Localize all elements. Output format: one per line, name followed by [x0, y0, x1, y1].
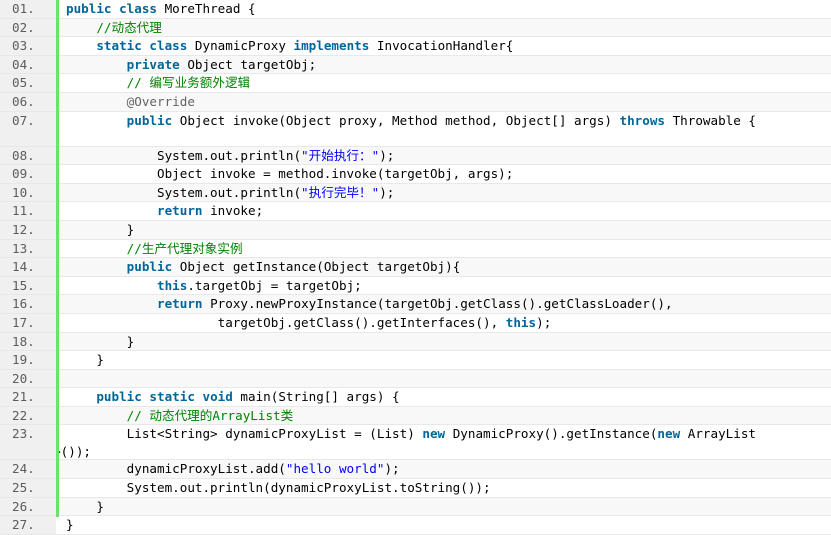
line-text: @Override: [66, 93, 195, 109]
code-line: 02. //动态代理: [0, 18, 831, 38]
line-number: 01.: [0, 0, 56, 18]
code-line: 09. Object invoke = method.invoke(target…: [0, 165, 831, 184]
code-line: 22. // 动态代理的ArrayList类: [0, 406, 831, 426]
line-text: this.targetObj = targetObj;: [157, 277, 362, 293]
code-line: 10. System.out.println("执行完毕！");: [0, 183, 831, 203]
line-text: Object invoke = method.invoke(targetObj,…: [66, 166, 514, 182]
code-line: 06. @Override: [0, 92, 831, 112]
line-text: // 动态代理的ArrayList类: [66, 407, 294, 423]
line-number: 25.: [0, 479, 56, 497]
line-number: 20.: [0, 369, 56, 388]
line-text: }: [66, 221, 135, 237]
line-number: 14.: [0, 258, 56, 276]
line-number: 03.: [0, 37, 56, 55]
line-number: 17.: [0, 313, 56, 332]
line-text: System.out.println(dynamicProxyList.toSt…: [66, 480, 491, 496]
line-text: static class DynamicProxy implements Inv…: [96, 38, 514, 54]
line-text: private Object targetObj;: [126, 56, 317, 72]
code-viewer: 01. public class MoreThread { 02. //动态代理…: [0, 0, 831, 535]
line-number: 04.: [0, 55, 56, 74]
code-line: 25. System.out.println(dynamicProxyList.…: [0, 479, 831, 498]
line-number: 19.: [0, 351, 56, 369]
line-number: 06.: [0, 92, 56, 111]
line-number: 24.: [0, 460, 56, 479]
code-line: 21. public static void main(String[] arg…: [0, 388, 831, 407]
line-number: 09.: [0, 165, 56, 183]
code-line: 26. }: [0, 497, 831, 517]
code-line: 23. List<String> dynamicProxyList = (Lis…: [0, 425, 831, 461]
line-text: targetObj.getClass().getInterfaces(), th…: [66, 314, 552, 330]
line-text: }: [66, 517, 74, 533]
line-text: System.out.println("执行完毕！");: [66, 184, 395, 200]
line-text: // 编写业务额外逻辑: [66, 75, 251, 91]
code-line: 17. targetObj.getClass().getInterfaces()…: [0, 313, 831, 333]
code-line: 19. }: [0, 351, 831, 370]
line-text: System.out.println("开始执行：");: [66, 147, 395, 163]
line-text: return invoke;: [157, 203, 264, 219]
code-line: 27. }: [0, 516, 831, 535]
line-text: //生产代理对象实例: [66, 240, 243, 256]
code-line: 01. public class MoreThread {: [0, 0, 831, 19]
line-text: }: [66, 498, 104, 514]
code-line: 24. dynamicProxyList.add("hello world");: [0, 460, 831, 480]
code-line: 08. System.out.println("开始执行：");: [0, 146, 831, 166]
line-text: public class MoreThread {: [66, 1, 256, 16]
line-number: 15.: [0, 276, 56, 295]
code-line: 04. private Object targetObj;: [0, 55, 831, 75]
line-number: 16.: [0, 295, 56, 313]
line-text: public Object invoke(Object proxy, Metho…: [126, 112, 757, 128]
code-line: 11. return invoke;: [0, 202, 831, 221]
line-number: 23.: [0, 425, 56, 460]
line-number: 08.: [0, 146, 56, 165]
line-number: 10.: [0, 183, 56, 202]
line-number: 27.: [0, 516, 56, 534]
code-line: 13. //生产代理对象实例: [0, 239, 831, 259]
code-line: 16. return Proxy.newProxyInstance(target…: [0, 295, 831, 314]
line-text: List<String> dynamicProxyList = (List) n…: [56, 425, 831, 460]
wrapped-line-text: <String>());: [56, 444, 91, 460]
line-text: }: [66, 333, 135, 349]
code-line: 18. }: [0, 332, 831, 352]
line-number: 12.: [0, 220, 56, 239]
line-number: 11.: [0, 202, 56, 220]
line-number: 18.: [0, 332, 56, 351]
code-line: 12. }: [0, 220, 831, 240]
line-number: 05.: [0, 74, 56, 92]
code-line: 07. public Object invoke(Object proxy, M…: [0, 111, 831, 147]
code-line: 14. public Object getInstance(Object tar…: [0, 258, 831, 277]
line-text: //动态代理: [66, 19, 162, 35]
line-number: 02.: [0, 18, 56, 37]
code-line: 03. static class DynamicProxy implements…: [0, 37, 831, 56]
line-text: public static void main(String[] args) {: [96, 389, 400, 405]
line-text: dynamicProxyList.add("hello world");: [66, 461, 400, 477]
gutter-accent-bar: [56, 0, 59, 517]
code-line: 15. this.targetObj = targetObj;: [0, 276, 831, 296]
line-text: public Object getInstance(Object targetO…: [126, 259, 461, 275]
line-text: return Proxy.newProxyInstance(targetObj.…: [157, 296, 673, 312]
line-number: 26.: [0, 497, 56, 516]
code-line: 20.: [0, 369, 831, 389]
code-line: 05. // 编写业务额外逻辑: [0, 74, 831, 93]
line-number: 13.: [0, 239, 56, 258]
line-number: 22.: [0, 406, 56, 425]
line-text: }: [66, 352, 104, 368]
line-number: 21.: [0, 388, 56, 406]
line-number: 07.: [0, 111, 56, 146]
